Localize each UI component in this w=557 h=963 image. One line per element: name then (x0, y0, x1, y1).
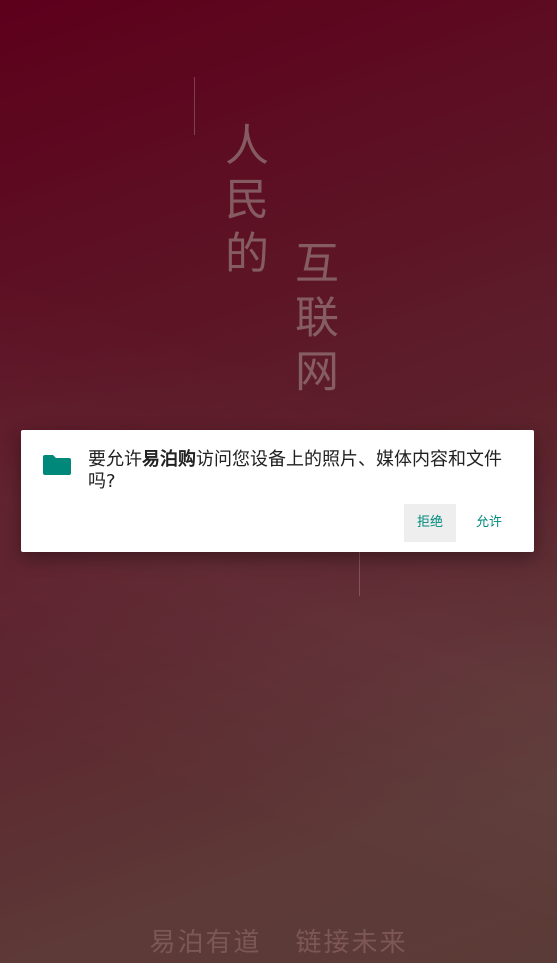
message-prefix: 要允许 (88, 449, 142, 470)
permission-dialog: 要允许易泊购访问您设备上的照片、媒体内容和文件吗? 拒绝 允许 (21, 430, 534, 552)
deny-button[interactable]: 拒绝 (403, 504, 456, 542)
permission-message: 要允许易泊购访问您设备上的照片、媒体内容和文件吗? (88, 449, 528, 493)
app-name: 易泊购 (142, 449, 196, 470)
dialog-buttons: 拒绝 允许 (403, 504, 522, 542)
allow-button[interactable]: 允许 (464, 504, 522, 542)
folder-icon (43, 455, 71, 475)
